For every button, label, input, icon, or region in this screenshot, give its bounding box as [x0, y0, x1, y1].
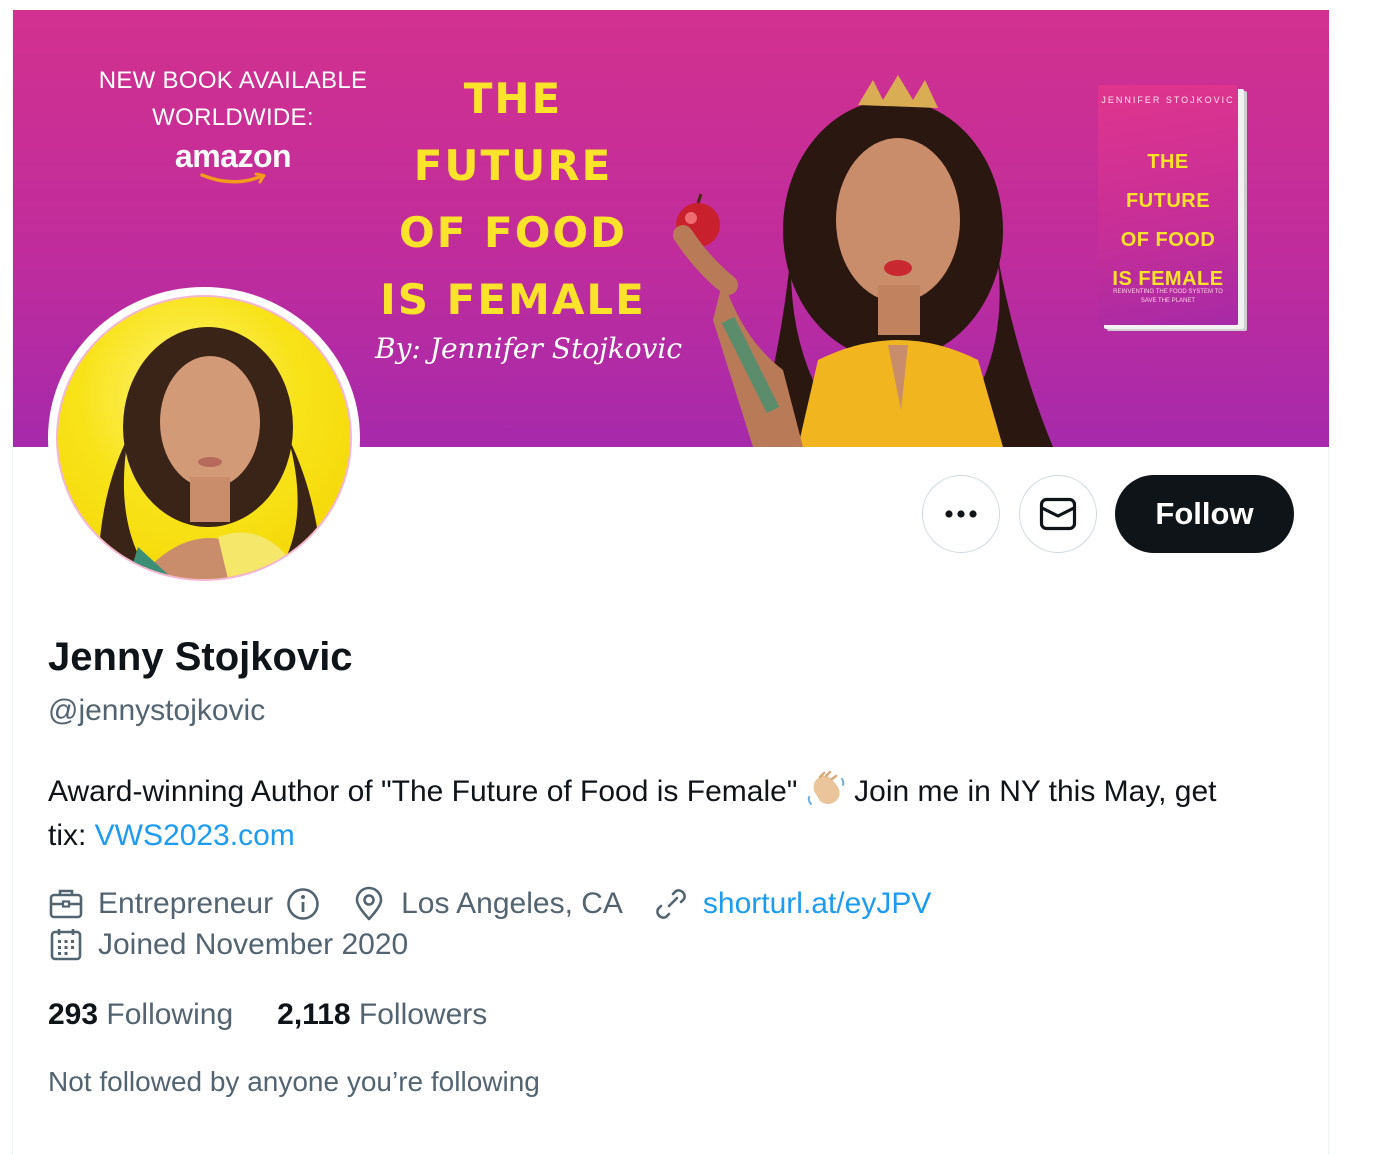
category-label: Entrepreneur — [98, 887, 274, 920]
banner-title-line: THE — [463, 74, 563, 123]
book-author: JENNIFER STOJKOVIC — [1101, 95, 1235, 105]
follow-button[interactable]: Follow — [1115, 475, 1294, 553]
avatar-image — [56, 295, 352, 581]
book-title-line: THE — [1147, 151, 1189, 173]
banner-author-photo — [673, 75, 1053, 447]
avatar-portrait — [98, 327, 323, 579]
followers-stat[interactable]: 2,118 Followers — [277, 998, 487, 1032]
banner-promo-line: NEW BOOK AVAILABLE — [98, 67, 368, 94]
followers-count: 2,118 — [277, 998, 351, 1031]
mail-icon — [1039, 497, 1077, 531]
book-cover-title: THE FUTURE OF FOOD IS FEMALE — [1098, 143, 1238, 299]
bio-text: Award-winning Author of "The Future of F… — [48, 775, 798, 808]
user-handle: @jennystojkovic — [48, 694, 266, 727]
social-context: Not followed by anyone you’re following — [48, 1066, 540, 1097]
calendar-icon — [50, 929, 82, 961]
profile-website: shorturl.at/eyJPV — [653, 886, 931, 922]
waving-hand-emoji — [807, 771, 845, 805]
display-name: Jenny Stojkovic — [48, 635, 353, 679]
briefcase-icon — [49, 889, 83, 919]
book-subtitle: REINVENTING THE FOOD SYSTEM TO SAVE THE … — [1113, 289, 1223, 304]
banner-book-title: THE FUTURE OF FOOD IS FEMALE — [368, 65, 658, 333]
link-icon — [656, 889, 686, 919]
profile-category: Entrepreneur — [48, 886, 321, 922]
location-label: Los Angeles, CA — [401, 887, 623, 920]
amazon-logo: amazon — [174, 138, 292, 174]
amazon-smile-icon — [200, 172, 266, 184]
profile-bio: Award-winning Author of "The Future of F… — [48, 770, 1248, 858]
banner-promo: NEW BOOK AVAILABLE WORLDWIDE: amazon — [83, 62, 383, 186]
following-label: Following — [106, 998, 234, 1031]
profile-join-date: Joined November 2020 — [48, 927, 408, 963]
avatar[interactable] — [48, 287, 360, 589]
book-cover: JENNIFER STOJKOVIC THE FUTURE OF FOOD IS… — [1098, 85, 1238, 325]
follow-stats: 293 Following 2,118 Followers — [48, 998, 531, 1032]
banner-title-line: FUTURE — [413, 141, 613, 190]
profile-location: Los Angeles, CA — [351, 886, 623, 922]
message-button[interactable] — [1019, 475, 1097, 553]
followers-label: Followers — [358, 998, 488, 1031]
more-button[interactable] — [922, 475, 1000, 553]
following-stat[interactable]: 293 Following — [48, 998, 233, 1032]
joined-item: Joined November 2020 — [48, 927, 408, 963]
banner-title-line: IS FEMALE — [380, 275, 646, 324]
book-title-line: OF FOOD — [1120, 229, 1216, 251]
book-title-line: FUTURE — [1125, 190, 1211, 212]
bio-link[interactable]: VWS2023.com — [95, 819, 295, 852]
banner-title-line: OF FOOD — [399, 208, 627, 257]
location-pin-icon — [355, 886, 383, 921]
following-count: 293 — [48, 998, 99, 1031]
info-icon[interactable] — [285, 886, 321, 922]
joined-label: Joined November 2020 — [98, 928, 409, 961]
profile-card: NEW BOOK AVAILABLE WORLDWIDE: amazon THE… — [12, 10, 1329, 1155]
website-link[interactable]: shorturl.at/eyJPV — [703, 887, 931, 921]
profile-meta: Entrepreneur Los Angeles, CA shorturl.at… — [48, 886, 931, 922]
banner-promo-line: WORLDWIDE: — [152, 104, 314, 131]
ellipsis-icon — [945, 510, 977, 518]
